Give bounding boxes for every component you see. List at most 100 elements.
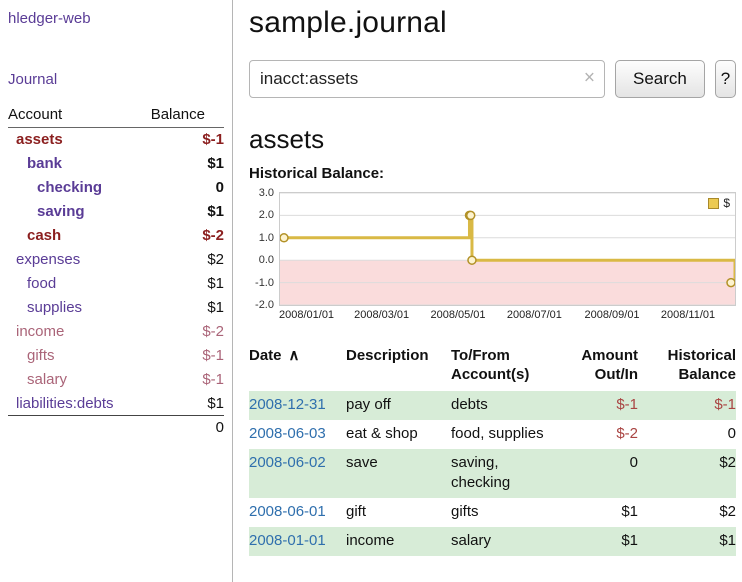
app-root: hledger-web Journal Account Balance asse… — [0, 0, 742, 582]
search-form: × Search ? — [249, 60, 736, 98]
transaction-amount: $-2 — [561, 420, 646, 449]
header-label: Description — [346, 347, 429, 364]
transaction-description: pay off — [346, 391, 451, 420]
legend-label: $ — [723, 196, 730, 210]
transaction-date-link[interactable]: 2008-06-02 — [249, 454, 326, 471]
account-link-liabilities-debts[interactable]: liabilities:debts — [16, 395, 114, 412]
account-link-assets[interactable]: assets — [16, 131, 63, 148]
account-row: bank $1 — [8, 152, 224, 176]
transaction-amount: $-1 — [561, 391, 646, 420]
account-balance: $-1 — [151, 128, 224, 152]
account-balance: 0 — [151, 176, 224, 200]
transaction-date-link[interactable]: 2008-12-31 — [249, 396, 326, 413]
x-tick-label: 2008/09/01 — [585, 309, 640, 321]
app-title-link[interactable]: hledger-web — [8, 10, 224, 27]
help-button[interactable]: ? — [715, 60, 736, 98]
sidebar: hledger-web Journal Account Balance asse… — [0, 0, 233, 582]
account-row: liabilities:debts $1 — [8, 392, 224, 416]
transaction-accounts: food, supplies — [451, 420, 561, 449]
main-content: sample.journal × Search ? assets Histori… — [233, 0, 742, 582]
legend-swatch-icon — [708, 198, 719, 209]
header-label: Balance — [678, 366, 736, 383]
chart-x-axis: 2008/01/01 2008/03/01 2008/05/01 2008/07/01… — [279, 306, 736, 324]
chart-svg — [280, 193, 735, 305]
y-tick-label: -1.0 — [255, 277, 274, 289]
header-label: Historical — [668, 347, 736, 364]
x-tick-label: 2008/01/01 — [279, 309, 334, 321]
account-balance: $1 — [151, 296, 224, 320]
x-tick-label: 2008/07/01 — [507, 309, 562, 321]
x-tick-label: 2008/03/01 — [354, 309, 409, 321]
accounts-header-account: Account — [8, 104, 151, 128]
header-label: Amount — [581, 347, 638, 364]
y-tick-label: 2.0 — [259, 209, 274, 221]
account-link-income[interactable]: income — [16, 323, 64, 340]
chart-plot-area: $ — [279, 192, 736, 306]
x-tick-label: 2008/05/01 — [430, 309, 485, 321]
header-label: Account(s) — [451, 366, 529, 383]
account-link-saving[interactable]: saving — [37, 203, 85, 220]
search-button[interactable]: Search — [615, 60, 705, 98]
account-row: food $1 — [8, 272, 224, 296]
accounts-total-balance: 0 — [151, 416, 224, 440]
accounts-header-row: Account Balance — [8, 104, 224, 128]
account-row: assets $-1 — [8, 128, 224, 152]
account-link-cash[interactable]: cash — [27, 227, 61, 244]
sidebar-item-journal[interactable]: Journal — [8, 71, 224, 88]
account-row: supplies $1 — [8, 296, 224, 320]
transaction-accounts: salary — [451, 527, 561, 556]
account-balance: $-2 — [151, 224, 224, 248]
account-balance: $-2 — [151, 320, 224, 344]
page-title: sample.journal — [249, 6, 736, 40]
transaction-row: 2008-06-03 eat & shop food, supplies $-2… — [249, 420, 736, 449]
account-balance: $-1 — [151, 344, 224, 368]
account-row: expenses $2 — [8, 248, 224, 272]
account-link-checking[interactable]: checking — [37, 179, 102, 196]
transaction-amount: $1 — [561, 498, 646, 527]
account-row: cash $-2 — [8, 224, 224, 248]
transactions-table: Date ∧ Description To/From Account(s) Amo… — [249, 346, 736, 556]
accounts-table: Account Balance assets $-1 bank $1 check… — [8, 104, 224, 440]
transaction-balance: 0 — [646, 420, 736, 449]
y-tick-label: 0.0 — [259, 254, 274, 266]
account-row: gifts $-1 — [8, 344, 224, 368]
header-date-label: Date — [249, 347, 282, 364]
account-balance: $-1 — [151, 368, 224, 392]
account-balance: $1 — [151, 200, 224, 224]
account-link-expenses[interactable]: expenses — [16, 251, 80, 268]
account-link-gifts[interactable]: gifts — [27, 347, 55, 364]
account-row: saving $1 — [8, 200, 224, 224]
transaction-accounts: debts — [451, 391, 561, 420]
transaction-description: income — [346, 527, 451, 556]
account-link-food[interactable]: food — [27, 275, 56, 292]
transaction-amount: $1 — [561, 527, 646, 556]
header-label: To/From — [451, 347, 510, 364]
transactions-header-date[interactable]: Date ∧ — [249, 346, 346, 391]
transaction-date-link[interactable]: 2008-06-01 — [249, 503, 326, 520]
transaction-date-link[interactable]: 2008-01-01 — [249, 532, 326, 549]
x-tick-label: 2008/11/01 — [661, 309, 715, 321]
transaction-date-link[interactable]: 2008-06-03 — [249, 425, 326, 442]
transactions-header-amount: Amount Out/In — [561, 346, 646, 391]
transactions-header-description: Description — [346, 346, 451, 391]
accounts-total-row: 0 — [8, 416, 224, 440]
chart-title: Historical Balance: — [249, 165, 736, 182]
account-link-supplies[interactable]: supplies — [27, 299, 82, 316]
transactions-header-accounts: To/From Account(s) — [451, 346, 561, 391]
transaction-balance: $1 — [646, 527, 736, 556]
transactions-header-balance: Historical Balance — [646, 346, 736, 391]
y-tick-label: 3.0 — [259, 187, 274, 199]
header-label: Out/In — [595, 366, 638, 383]
transaction-description: gift — [346, 498, 451, 527]
transaction-accounts: gifts — [451, 498, 561, 527]
account-link-bank[interactable]: bank — [27, 155, 62, 172]
sort-ascending-icon: ∧ — [289, 347, 300, 364]
transaction-row: 2008-12-31 pay off debts $-1 $-1 — [249, 391, 736, 420]
account-link-salary[interactable]: salary — [27, 371, 67, 388]
account-heading: assets — [249, 124, 736, 155]
clear-search-icon[interactable]: × — [584, 69, 595, 88]
search-input[interactable] — [249, 60, 605, 98]
accounts-header-balance: Balance — [151, 104, 224, 128]
transaction-row: 2008-01-01 income salary $1 $1 — [249, 527, 736, 556]
account-row: salary $-1 — [8, 368, 224, 392]
